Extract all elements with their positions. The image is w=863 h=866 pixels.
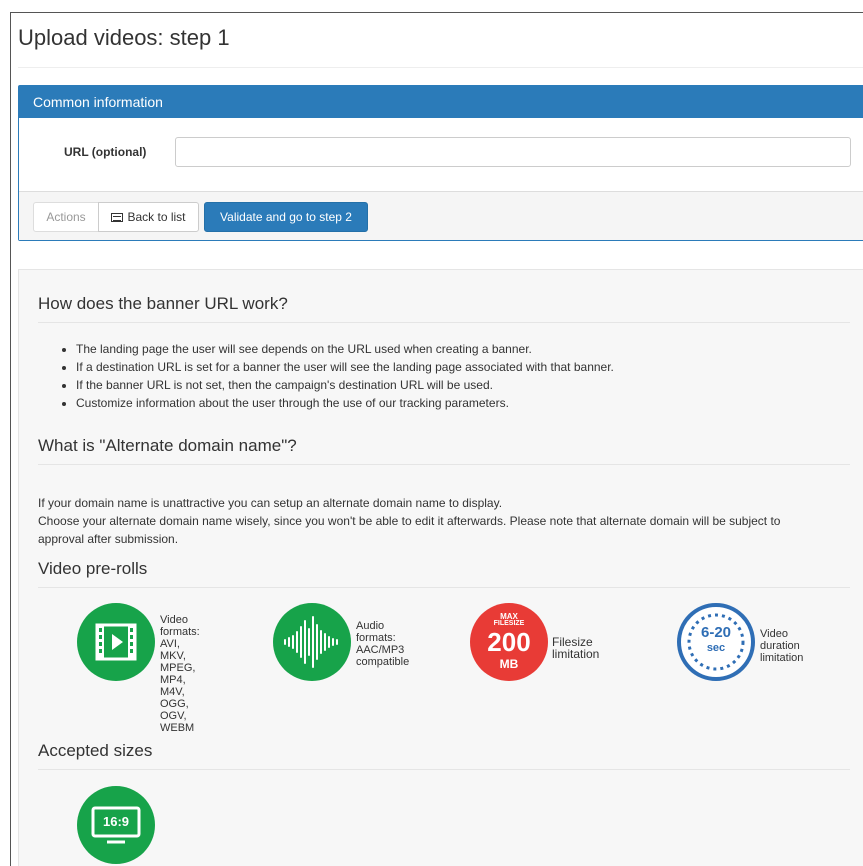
list-item: The landing page the user will see depen… [76,340,614,358]
banner-url-list: The landing page the user will see depen… [38,340,614,412]
url-label: URL (optional) [64,145,147,159]
banner-url-heading: How does the banner URL work? [38,294,288,313]
list-item: Customize information about the user thr… [76,394,614,412]
page-title: Upload videos: step 1 [18,25,230,50]
list-item: If a destination URL is set for a banner… [76,358,614,376]
url-input[interactable] [175,137,851,167]
list-icon [111,213,124,222]
video-formats-icon [77,603,155,681]
text-line: AVI, MKV, MPEG, [160,638,196,674]
duration-text: Video duration limitation [760,628,803,664]
divider [38,587,850,588]
text-line: OGV, WEBM [160,710,195,734]
back-to-list-label: Back to list [127,210,186,224]
video-formats-text: Video formats: AVI, MKV, MPEG, MP4, M4V,… [160,614,200,734]
title-divider [18,67,863,68]
back-to-list-button[interactable]: Back to list [98,202,199,232]
divider [38,322,850,323]
aspect-ratio-label: 16:9 [102,814,130,829]
divider [38,769,850,770]
text-line: MP4, M4V, OGG, [160,674,189,710]
list-item: If the banner URL is not set, then the c… [76,376,614,394]
badge-value: 200 [487,627,531,657]
duration-badge-icon: 6-20 sec [677,603,755,681]
duration-unit: sec [706,642,726,654]
actions-button[interactable]: Actions [33,202,99,232]
aspect-ratio-monitor-icon: 16:9 [77,786,155,864]
text-line: Audio formats: [356,620,396,644]
text-line: Video formats: [160,614,200,638]
badge-unit: MB [499,657,519,671]
panel-footer: Actions Back to list Validate and go to … [19,191,863,240]
audio-formats-text: Audio formats: AAC/MP3 compatible [356,620,409,668]
filesize-badge-icon: MAX FILESIZE 200 MB [470,603,548,681]
alternate-domain-text: If your domain name is unattractive you … [38,494,838,548]
text-line: approval after submission. [38,532,179,546]
help-section: How does the banner URL work? The landin… [18,269,863,866]
text-line: Choose your alternate domain name wisely… [38,514,781,528]
panel-body: URL (optional) [19,118,863,192]
text-line: compatible [356,656,410,668]
text-line: AAC/MP3 [356,644,405,656]
duration-value: 6-20 [700,624,732,641]
filesize-text: Filesize limitation [552,635,600,661]
video-prerolls-heading: Video pre-rolls [38,559,148,578]
validate-step2-button[interactable]: Validate and go to step 2 [204,202,368,232]
accepted-sizes-heading: Accepted sizes [38,741,153,760]
app-frame: Upload videos: step 1 Common information… [10,12,863,866]
text-line: Video duration [760,628,800,652]
badge-filesize: FILESIZE [493,620,525,627]
text-line: If your domain name is unattractive you … [38,496,503,510]
divider [38,464,850,465]
text-line: limitation [760,652,804,664]
panel-header: Common information [19,86,863,118]
audio-waveform-icon [273,603,351,681]
alternate-domain-heading: What is "Alternate domain name"? [38,436,297,455]
common-info-panel: Common information URL (optional) Action… [18,85,863,241]
